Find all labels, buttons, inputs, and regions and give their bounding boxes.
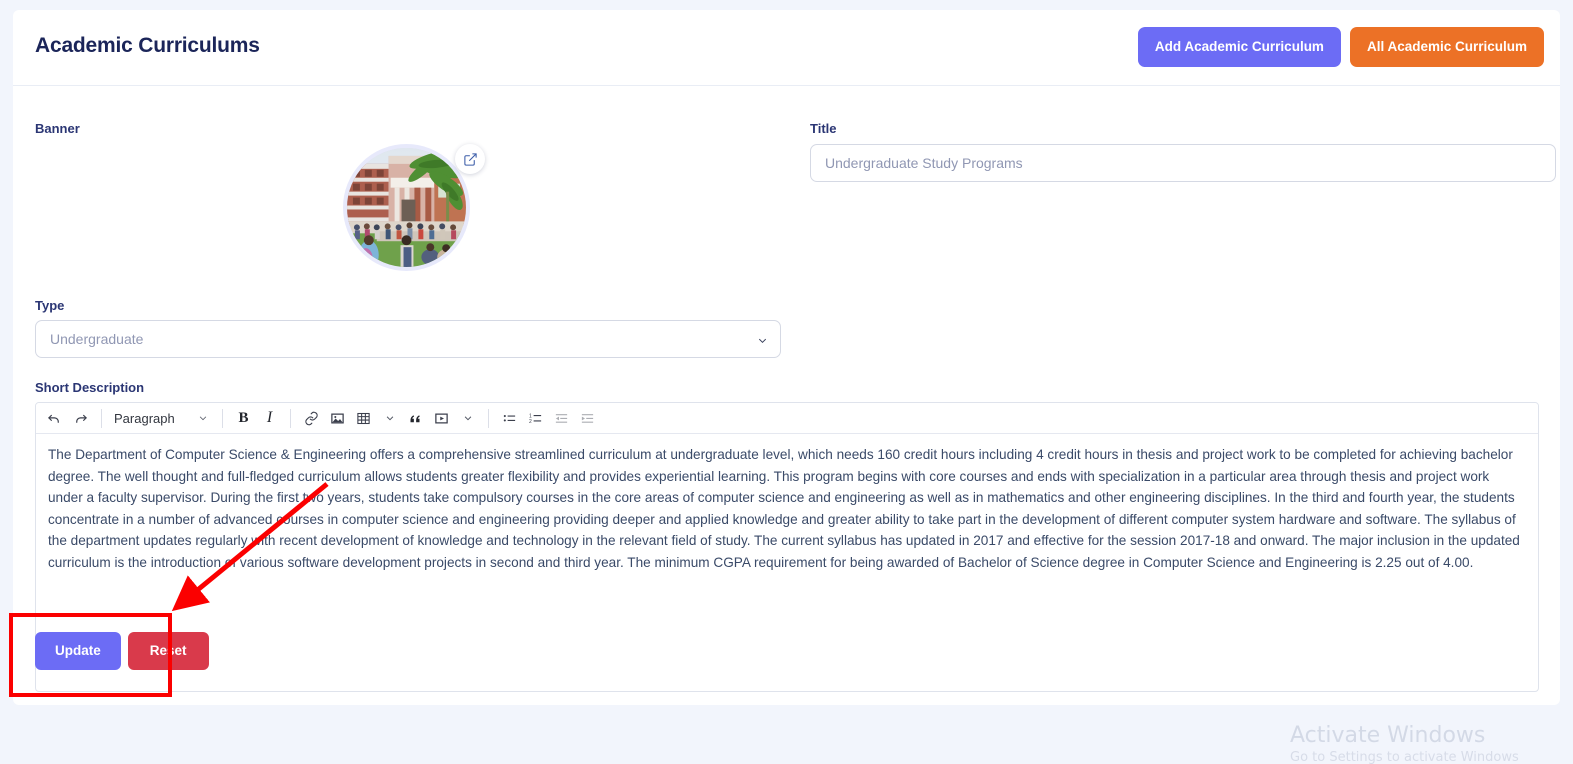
link-button[interactable]	[299, 406, 324, 431]
short-description-label: Short Description	[35, 380, 145, 395]
chevron-down-icon	[386, 416, 393, 421]
italic-button[interactable]: I	[257, 406, 282, 431]
toolbar-separator	[290, 408, 291, 428]
form-action-buttons: Update Reset	[35, 632, 209, 670]
rich-text-editor: Paragraph B I 1 2 The Department of Comp…	[35, 402, 1539, 692]
insert-media-button[interactable]	[429, 406, 454, 431]
undo-icon[interactable]	[42, 406, 67, 431]
watermark-subtitle: Go to Settings to activate Windows	[1290, 750, 1519, 764]
page-title: Academic Curriculums	[35, 34, 260, 57]
toolbar-separator	[222, 408, 223, 428]
banner-avatar	[343, 144, 470, 271]
reset-button[interactable]: Reset	[127, 632, 209, 670]
banner-edit-button[interactable]	[455, 144, 485, 174]
block-format-value: Paragraph	[114, 410, 175, 426]
type-label: Type	[35, 298, 65, 313]
bullet-list-button[interactable]	[497, 406, 522, 431]
blockquote-button[interactable]	[403, 406, 428, 431]
insert-image-button[interactable]	[325, 406, 350, 431]
outdent-button[interactable]	[549, 406, 574, 431]
link-icon	[305, 411, 318, 425]
italic-icon: I	[266, 409, 273, 426]
title-label: Title	[810, 121, 837, 136]
numbered-list-button[interactable]: 1 2	[523, 406, 548, 431]
blockquote-icon	[410, 414, 420, 422]
type-select[interactable]: Undergraduate	[35, 320, 781, 358]
image-icon	[331, 413, 344, 423]
outdent-icon	[555, 413, 568, 423]
indent-button[interactable]	[575, 406, 600, 431]
type-select-value[interactable]: Undergraduate	[35, 320, 781, 358]
bullet-list-icon	[503, 414, 516, 421]
campus-photo	[347, 148, 466, 267]
toolbar-separator	[488, 408, 489, 428]
form-card: Banner Title Undergraduate Study Program…	[13, 86, 1560, 705]
header-actions: Add Academic Curriculum All Academic Cur…	[1137, 27, 1544, 67]
media-icon	[435, 413, 448, 423]
chevron-down-icon	[199, 416, 207, 421]
windows-activation-watermark: Activate Windows Go to Settings to activ…	[1290, 723, 1519, 764]
editor-toolbar: Paragraph B I 1 2	[36, 403, 1538, 434]
media-options-chevron[interactable]	[455, 406, 480, 431]
page-root: Academic Curriculums Add Academic Curric…	[0, 0, 1573, 764]
editor-content[interactable]: The Department of Computer Science & Eng…	[36, 434, 1538, 573]
all-academic-curriculum-button[interactable]: All Academic Curriculum	[1349, 27, 1544, 67]
svg-text:2: 2	[529, 418, 532, 424]
chevron-down-icon	[464, 416, 471, 421]
bold-icon: B	[238, 409, 249, 426]
edit-pencil-icon	[463, 152, 477, 166]
block-format-select[interactable]: Paragraph	[110, 406, 214, 431]
page-header: Academic Curriculums Add Academic Curric…	[13, 10, 1560, 86]
banner-label: Banner	[35, 121, 80, 136]
toolbar-separator	[101, 408, 102, 428]
insert-table-button[interactable]	[351, 406, 376, 431]
update-button[interactable]: Update	[35, 632, 121, 670]
add-academic-curriculum-button[interactable]: Add Academic Curriculum	[1137, 27, 1341, 67]
table-icon	[357, 412, 370, 424]
title-input[interactable]	[810, 144, 1556, 182]
banner-image-uploader[interactable]	[343, 144, 485, 271]
numbered-list-icon: 1 2	[529, 413, 542, 424]
table-options-chevron[interactable]	[377, 406, 402, 431]
indent-icon	[581, 413, 594, 423]
redo-icon[interactable]	[68, 406, 93, 431]
watermark-title: Activate Windows	[1290, 723, 1486, 748]
bold-button[interactable]: B	[231, 406, 256, 431]
